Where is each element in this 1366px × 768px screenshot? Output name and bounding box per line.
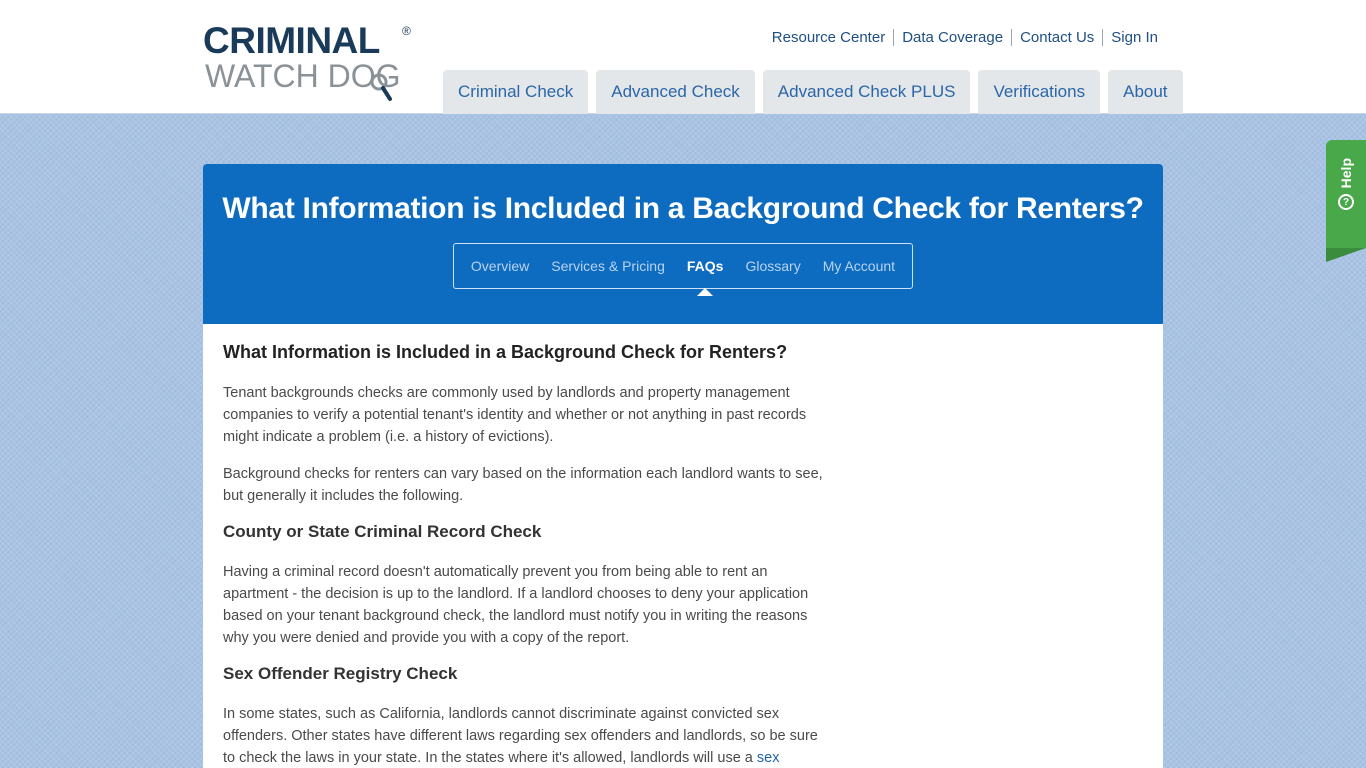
question-circle-icon: ? <box>1338 194 1354 211</box>
help-label: Help <box>1338 158 1354 189</box>
criminal-watch-dog-logo[interactable]: CRIMINAL ® WATCH DOG <box>203 22 415 104</box>
utility-nav: Resource Center Data Coverage Contact Us… <box>764 27 1158 47</box>
logo-wordmark-top: CRIMINAL <box>203 20 380 61</box>
main-nav: Criminal Check Advanced Check Advanced C… <box>443 70 1183 114</box>
article-paragraph-sex-offender: In some states, such as California, land… <box>223 703 823 768</box>
data-coverage-link[interactable]: Data Coverage <box>893 28 1011 46</box>
section-heading-criminal-record: County or State Criminal Record Check <box>223 522 542 541</box>
section-heading-sex-offender: Sex Offender Registry Check <box>223 664 458 683</box>
nav-tab-verifications[interactable]: Verifications <box>978 70 1101 114</box>
site-header: CRIMINAL ® WATCH DOG Resource Center Dat… <box>0 0 1366 114</box>
subnav-overview[interactable]: Overview <box>460 258 540 274</box>
nav-tab-criminal-check[interactable]: Criminal Check <box>443 70 589 114</box>
subnav-glossary[interactable]: Glossary <box>734 258 811 274</box>
subnav-my-account[interactable]: My Account <box>812 258 906 274</box>
section-subnav: Overview Services & Pricing FAQs Glossar… <box>453 243 913 296</box>
subnav-services-pricing[interactable]: Services & Pricing <box>540 258 676 274</box>
help-tab[interactable]: Help ? <box>1326 140 1366 262</box>
article-paragraph-intro: Tenant backgrounds checks are commonly u… <box>223 385 807 445</box>
magnifying-glass-icon <box>370 73 392 101</box>
nav-tab-about[interactable]: About <box>1108 70 1183 114</box>
article-paragraph-criminal-record: Having a criminal record doesn't automat… <box>223 564 809 646</box>
nav-tab-advanced-check-plus[interactable]: Advanced Check PLUS <box>762 70 971 114</box>
contact-us-link[interactable]: Contact Us <box>1011 28 1102 46</box>
sign-in-link[interactable]: Sign In <box>1102 28 1158 46</box>
page-title: What Information is Included in a Backgr… <box>222 192 1144 225</box>
help-tab-content: Help ? <box>1335 158 1357 218</box>
faq-article: What Information is Included in a Backgr… <box>223 342 823 768</box>
content-panel: What Information is Included in a Backgr… <box>203 324 1163 768</box>
sex-offender-text: In some states, such as California, land… <box>223 706 818 766</box>
article-paragraph-overview: Background checks for renters can vary b… <box>223 466 823 504</box>
page-banner: What Information is Included in a Backgr… <box>203 164 1163 324</box>
article-heading: What Information is Included in a Backgr… <box>223 342 788 362</box>
resource-center-link[interactable]: Resource Center <box>764 29 893 46</box>
subnav-faqs[interactable]: FAQs <box>676 258 735 296</box>
nav-tab-advanced-check[interactable]: Advanced Check <box>596 70 755 114</box>
logo-registered-mark: ® <box>402 24 411 38</box>
